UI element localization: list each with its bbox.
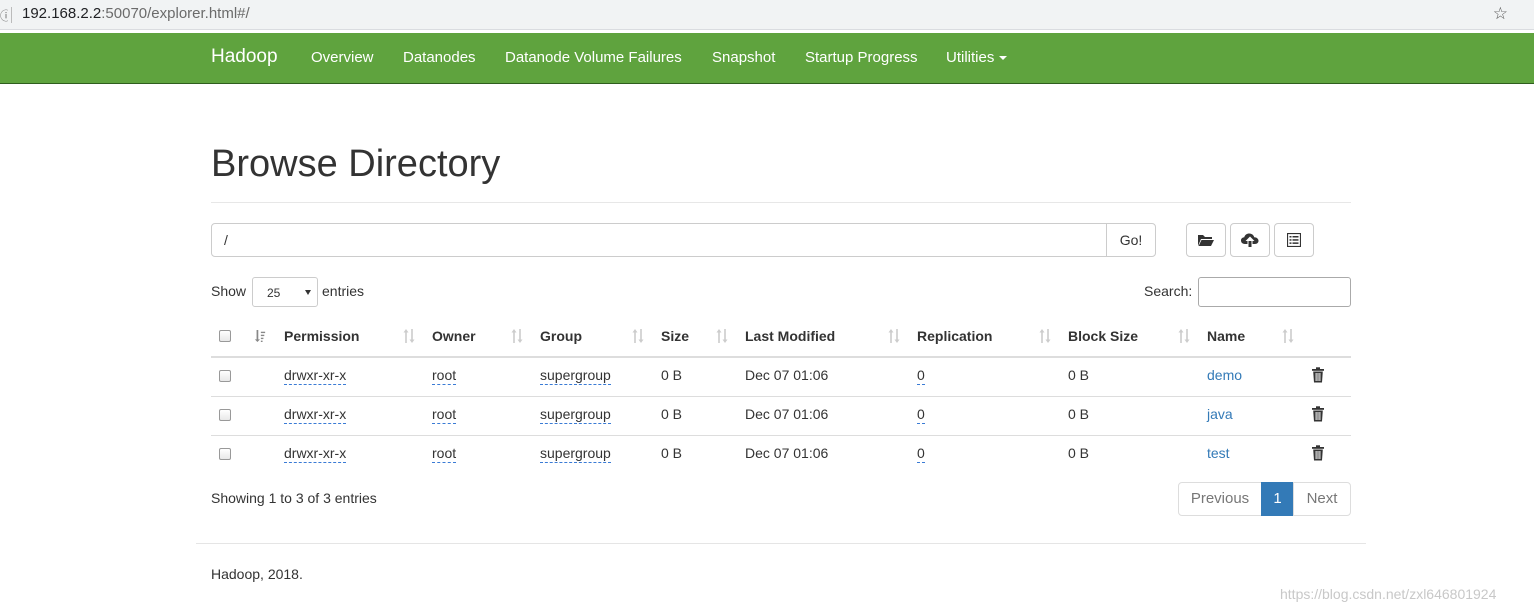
entries-per-page-select[interactable]: 25 xyxy=(252,277,318,307)
nav-overview[interactable]: Overview xyxy=(311,49,374,66)
go-button[interactable]: Go! xyxy=(1106,223,1156,257)
title-divider xyxy=(211,202,1351,203)
name-link[interactable]: test xyxy=(1207,445,1230,461)
row-divider xyxy=(211,396,1351,397)
entries-select-value: 25 xyxy=(267,286,281,300)
cloud-upload-icon xyxy=(1241,233,1259,247)
block-size-cell: 0 B xyxy=(1068,445,1090,461)
last-modified-cell: Dec 07 01:06 xyxy=(745,406,829,422)
column-header-permission[interactable]: Permission xyxy=(284,328,359,344)
select-arrow-icon xyxy=(305,290,311,295)
nav-startup-progress[interactable]: Startup Progress xyxy=(805,49,918,66)
sort-desc-icon[interactable] xyxy=(254,328,266,344)
entries-label: entries xyxy=(322,283,365,299)
trash-icon[interactable] xyxy=(1311,367,1325,383)
row-checkbox[interactable] xyxy=(219,448,231,460)
table-info: Showing 1 to 3 of 3 entries xyxy=(211,490,377,506)
column-header-group[interactable]: Group xyxy=(540,328,582,344)
column-header-size[interactable]: Size xyxy=(661,328,689,344)
page-title: Browse Directory xyxy=(211,143,501,185)
directory-path-input[interactable] xyxy=(211,223,1107,257)
pagination-next[interactable]: Next xyxy=(1293,482,1351,516)
permission-cell[interactable]: drwxr-xr-x xyxy=(284,367,347,385)
list-alt-icon xyxy=(1287,233,1301,247)
replication-cell[interactable]: 0 xyxy=(917,406,925,424)
last-modified-cell: Dec 07 01:06 xyxy=(745,445,829,461)
select-all-checkbox[interactable] xyxy=(219,330,231,342)
sort-both-icon[interactable] xyxy=(888,328,900,344)
size-cell: 0 B xyxy=(661,445,683,461)
size-cell: 0 B xyxy=(661,367,683,383)
sort-both-icon[interactable] xyxy=(716,328,728,344)
name-link[interactable]: java xyxy=(1207,406,1233,422)
replication-cell[interactable]: 0 xyxy=(917,445,925,463)
sort-both-icon[interactable] xyxy=(511,328,523,344)
sort-both-icon[interactable] xyxy=(1282,328,1294,344)
footer-text: Hadoop, 2018. xyxy=(211,566,303,582)
column-header-replication[interactable]: Replication xyxy=(917,328,992,344)
owner-cell[interactable]: root xyxy=(432,367,457,385)
nav-snapshot[interactable]: Snapshot xyxy=(712,49,775,66)
row-divider xyxy=(211,435,1351,436)
pagination-page-1[interactable]: 1 xyxy=(1261,482,1294,516)
navbar-brand[interactable]: Hadoop xyxy=(211,46,278,68)
nav-datanodes[interactable]: Datanodes xyxy=(403,49,476,66)
site-info-icon[interactable]: ⓘ xyxy=(0,7,8,24)
trash-icon[interactable] xyxy=(1311,406,1325,422)
block-size-cell: 0 B xyxy=(1068,367,1090,383)
sort-both-icon[interactable] xyxy=(403,328,415,344)
size-cell: 0 B xyxy=(661,406,683,422)
browser-address-bar: ⓘ 192.168.2.2:50070/explorer.html#/ ☆ xyxy=(0,0,1534,30)
owner-cell[interactable]: root xyxy=(432,406,457,424)
folder-open-icon xyxy=(1198,235,1214,246)
search-input[interactable] xyxy=(1198,277,1351,307)
search-label: Search: xyxy=(1144,283,1193,299)
url-field[interactable]: 192.168.2.2:50070/explorer.html#/ xyxy=(22,5,250,22)
group-cell[interactable]: supergroup xyxy=(540,406,611,424)
address-separator xyxy=(11,7,12,23)
row-checkbox[interactable] xyxy=(219,409,231,421)
permission-cell[interactable]: drwxr-xr-x xyxy=(284,406,347,424)
nav-datanode-volume-failures[interactable]: Datanode Volume Failures xyxy=(505,49,682,66)
create-directory-button[interactable] xyxy=(1186,223,1226,257)
upload-files-button[interactable] xyxy=(1230,223,1270,257)
cut-paste-button[interactable] xyxy=(1274,223,1314,257)
last-modified-cell: Dec 07 01:06 xyxy=(745,367,829,383)
replication-cell[interactable]: 0 xyxy=(917,367,925,385)
group-cell[interactable]: supergroup xyxy=(540,445,611,463)
name-link[interactable]: demo xyxy=(1207,367,1242,383)
sort-both-icon[interactable] xyxy=(1039,328,1051,344)
caret-down-icon xyxy=(999,56,1008,61)
nav-utilities-label: Utilities xyxy=(946,49,995,66)
sort-both-icon[interactable] xyxy=(1178,328,1190,344)
trash-icon[interactable] xyxy=(1311,445,1325,461)
pagination-previous[interactable]: Previous xyxy=(1178,482,1262,516)
watermark: https://blog.csdn.net/zxl646801924 xyxy=(1280,586,1497,602)
column-header-last-modified[interactable]: Last Modified xyxy=(745,328,835,344)
group-cell[interactable]: supergroup xyxy=(540,367,611,385)
top-navbar: Hadoop Overview Datanodes Datanode Volum… xyxy=(0,33,1534,84)
column-header-block-size[interactable]: Block Size xyxy=(1068,328,1138,344)
nav-utilities-dropdown[interactable]: Utilities xyxy=(946,49,1008,66)
owner-cell[interactable]: root xyxy=(432,445,457,463)
bookmark-star-icon[interactable]: ☆ xyxy=(1493,4,1508,24)
permission-cell[interactable]: drwxr-xr-x xyxy=(284,445,347,463)
show-label: Show xyxy=(211,283,247,299)
column-header-name[interactable]: Name xyxy=(1207,328,1245,344)
footer-divider xyxy=(196,543,1366,544)
url-host: 192.168.2.2 xyxy=(22,5,102,22)
row-checkbox[interactable] xyxy=(219,370,231,382)
table-header-divider xyxy=(211,356,1351,358)
sort-both-icon[interactable] xyxy=(632,328,644,344)
column-header-owner[interactable]: Owner xyxy=(432,328,476,344)
url-path: :50070/explorer.html#/ xyxy=(101,5,250,22)
block-size-cell: 0 B xyxy=(1068,406,1090,422)
